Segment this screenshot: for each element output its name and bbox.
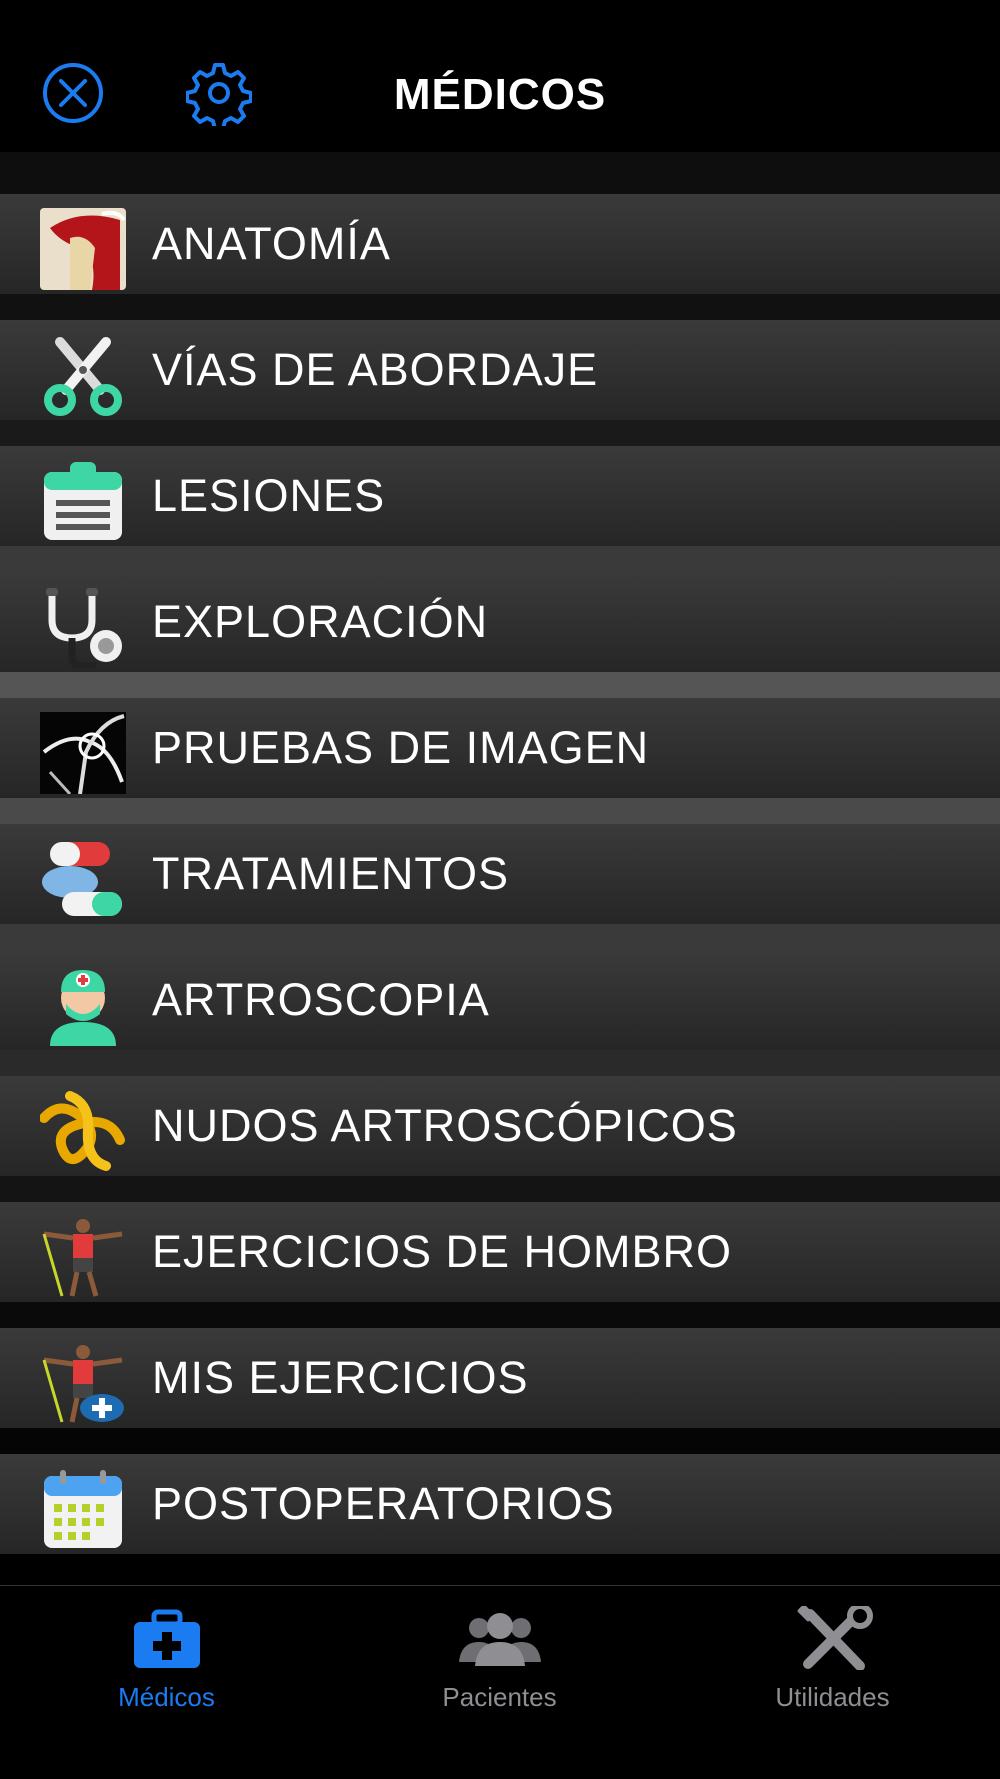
stethoscope-icon: [46, 588, 122, 668]
tab-utilidades[interactable]: Utilidades: [666, 1586, 999, 1779]
knot-icon: [40, 1091, 125, 1171]
menu-item-ejercicios-de-hombro[interactable]: EJERCICIOS DE HOMBRO: [0, 1202, 1000, 1302]
menu-item-anatomia[interactable]: ANATOMÍA: [0, 194, 1000, 294]
shoulder-anatomy-icon: [40, 208, 126, 290]
menu-item-postoperatorios[interactable]: POSTOPERATORIOS: [0, 1454, 1000, 1554]
list-separator: [0, 420, 1000, 446]
tab-bar: Médicos Pacientes Utilidades: [0, 1585, 1000, 1779]
menu-item-pruebas-de-imagen[interactable]: PRUEBAS DE IMAGEN: [0, 698, 1000, 798]
list-separator: [0, 672, 1000, 698]
calendar-icon: [44, 1470, 122, 1548]
menu-item-lesiones[interactable]: LESIONES: [0, 446, 1000, 546]
tab-label: Pacientes: [442, 1682, 557, 1712]
tools-icon: [797, 1606, 873, 1670]
tab-pacientes[interactable]: Pacientes: [333, 1586, 666, 1779]
menu-item-artroscopia[interactable]: ARTROSCOPIA: [0, 950, 1000, 1050]
menu-item-tratamientos[interactable]: TRATAMIENTOS: [0, 824, 1000, 924]
list-separator: [0, 294, 1000, 320]
list-separator: [0, 1302, 1000, 1328]
tab-medicos[interactable]: Médicos: [0, 1586, 333, 1779]
menu-item-exploracion[interactable]: EXPLORACIÓN: [0, 572, 1000, 672]
menu-item-vias-de-abordaje[interactable]: VÍAS DE ABORDAJE: [0, 320, 1000, 420]
navigation-bar: MÉDICOS: [0, 0, 1000, 153]
list-separator: [0, 152, 1000, 194]
list-separator: [0, 924, 1000, 950]
menu-item-mis-ejercicios[interactable]: MIS EJERCICIOS: [0, 1328, 1000, 1428]
medical-bag-icon: [133, 1609, 200, 1668]
xray-icon: [40, 712, 126, 794]
menu-item-label: EJERCICIOS DE HOMBRO: [152, 1226, 733, 1277]
tab-label: Utilidades: [775, 1682, 890, 1712]
menu-item-label: NUDOS ARTROSCÓPICOS: [152, 1100, 738, 1151]
people-icon: [458, 1613, 541, 1666]
menu-item-label: ARTROSCOPIA: [152, 974, 490, 1025]
page-title: MÉDICOS: [393, 70, 607, 119]
pills-icon: [42, 842, 122, 916]
list-separator: [0, 1050, 1000, 1076]
list-separator: [0, 1428, 1000, 1454]
list-separator: [0, 546, 1000, 572]
menu-item-label: VÍAS DE ABORDAJE: [152, 344, 599, 395]
menu-item-label: PRUEBAS DE IMAGEN: [152, 722, 650, 773]
menu-item-label: MIS EJERCICIOS: [152, 1352, 529, 1403]
menu-item-nudos-artroscopicos[interactable]: NUDOS ARTROSCÓPICOS: [0, 1076, 1000, 1176]
exercise-band-icon: [42, 1219, 123, 1297]
menu-item-label: ANATOMÍA: [152, 218, 391, 269]
scissors-icon: [44, 337, 122, 416]
tab-label: Médicos: [118, 1682, 215, 1712]
menu-item-label: POSTOPERATORIOS: [152, 1478, 615, 1529]
menu-item-label: TRATAMIENTOS: [152, 848, 510, 899]
menu-item-label: LESIONES: [152, 470, 386, 521]
surgeon-icon: [50, 970, 116, 1046]
clipboard-icon: [44, 462, 122, 540]
list-separator: [0, 1176, 1000, 1202]
list-separator: [0, 798, 1000, 824]
menu-item-label: EXPLORACIÓN: [152, 596, 489, 647]
my-exercise-icon: [42, 1345, 124, 1423]
